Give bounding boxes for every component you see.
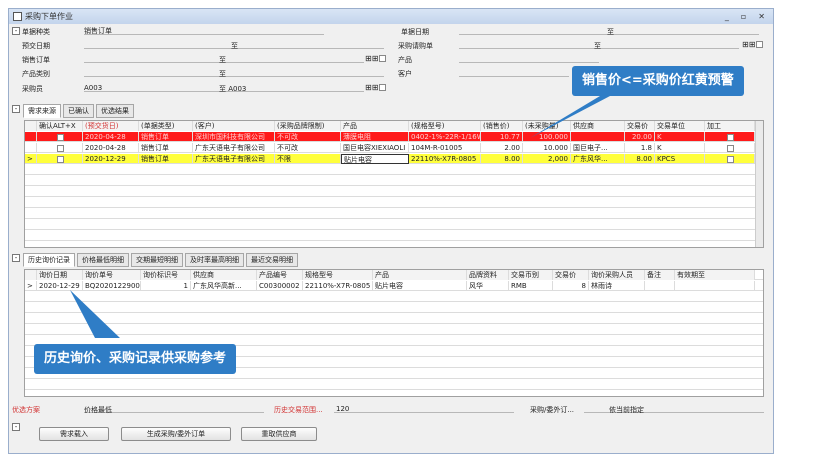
warning-callout: 销售价<=采购价红黄预警 [572,66,744,96]
top-callout-pointer [530,96,610,138]
history-callout: 历史询价、采购记录供采购参考 [34,344,237,374]
bottom-callout-pointer [70,290,120,338]
